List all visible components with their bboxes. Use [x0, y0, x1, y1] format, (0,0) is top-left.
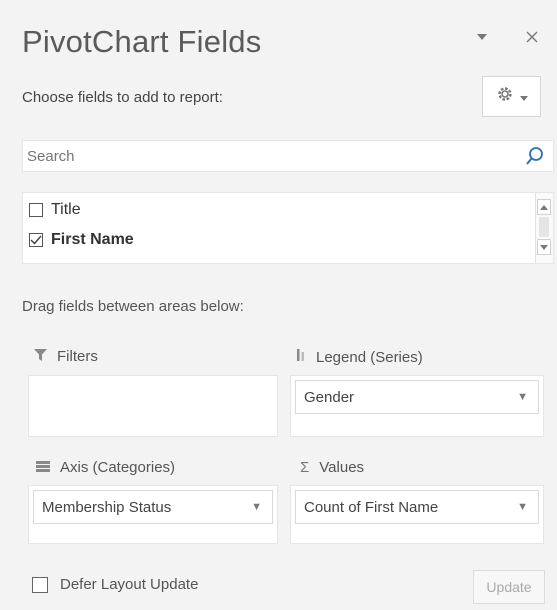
chevron-down-icon[interactable]: ▼: [517, 391, 528, 403]
axis-drop-area[interactable]: Membership Status ▼: [28, 485, 278, 544]
legend-area-label: Legend (Series): [296, 348, 423, 366]
filter-icon: [34, 348, 47, 365]
chip-label: Count of First Name: [304, 498, 439, 516]
filters-area-label: Filters: [34, 348, 98, 365]
scroll-down-button[interactable]: [537, 239, 551, 255]
pane-title: PivotChart Fields: [22, 24, 262, 59]
field-label: Title: [51, 201, 81, 218]
defer-label: Defer Layout Update: [60, 576, 199, 593]
search-icon[interactable]: [523, 144, 547, 168]
scroll-up-button[interactable]: [537, 199, 551, 215]
field-label: First Name: [51, 231, 134, 248]
gear-icon: [496, 85, 514, 108]
axis-field-chip[interactable]: Membership Status ▼: [33, 490, 273, 524]
axis-area-label: Axis (Categories): [36, 459, 175, 476]
legend-icon: [296, 348, 306, 366]
filters-drop-area[interactable]: [28, 375, 278, 437]
fields-scrollbar[interactable]: [535, 193, 553, 263]
choose-fields-label: Choose fields to add to report:: [22, 89, 223, 106]
chevron-down-icon[interactable]: [471, 26, 493, 48]
defer-checkbox[interactable]: [32, 576, 48, 593]
field-checkbox[interactable]: [29, 203, 43, 217]
axis-icon: [36, 459, 50, 476]
chevron-down-icon[interactable]: ▼: [517, 501, 528, 513]
pane-header-actions: [471, 26, 543, 48]
checkmark-icon: [30, 235, 42, 245]
field-item-title[interactable]: Title: [29, 201, 81, 219]
search-input[interactable]: [23, 146, 523, 166]
field-item-first-name[interactable]: First Name: [29, 231, 134, 249]
values-field-chip[interactable]: Count of First Name ▼: [295, 490, 539, 524]
values-area-label: Σ Values: [300, 459, 365, 476]
chevron-down-icon[interactable]: ▼: [251, 501, 262, 513]
close-icon[interactable]: [521, 26, 543, 48]
scroll-thumb[interactable]: [539, 217, 549, 237]
update-button[interactable]: Update: [473, 570, 545, 604]
chevron-down-icon: [519, 88, 528, 106]
chip-label: Gender: [304, 388, 355, 406]
field-checkbox[interactable]: [29, 233, 43, 247]
legend-drop-area[interactable]: Gender ▼: [290, 375, 544, 437]
legend-field-chip[interactable]: Gender ▼: [295, 380, 539, 414]
chip-label: Membership Status: [42, 498, 172, 516]
fields-list: Title First Name: [22, 192, 554, 264]
search-field[interactable]: [22, 140, 554, 172]
values-drop-area[interactable]: Count of First Name ▼: [290, 485, 544, 544]
settings-button[interactable]: [482, 76, 541, 117]
drag-fields-label: Drag fields between areas below:: [22, 298, 244, 315]
defer-layout-update[interactable]: Defer Layout Update: [32, 576, 198, 593]
sigma-icon: Σ: [300, 459, 310, 476]
